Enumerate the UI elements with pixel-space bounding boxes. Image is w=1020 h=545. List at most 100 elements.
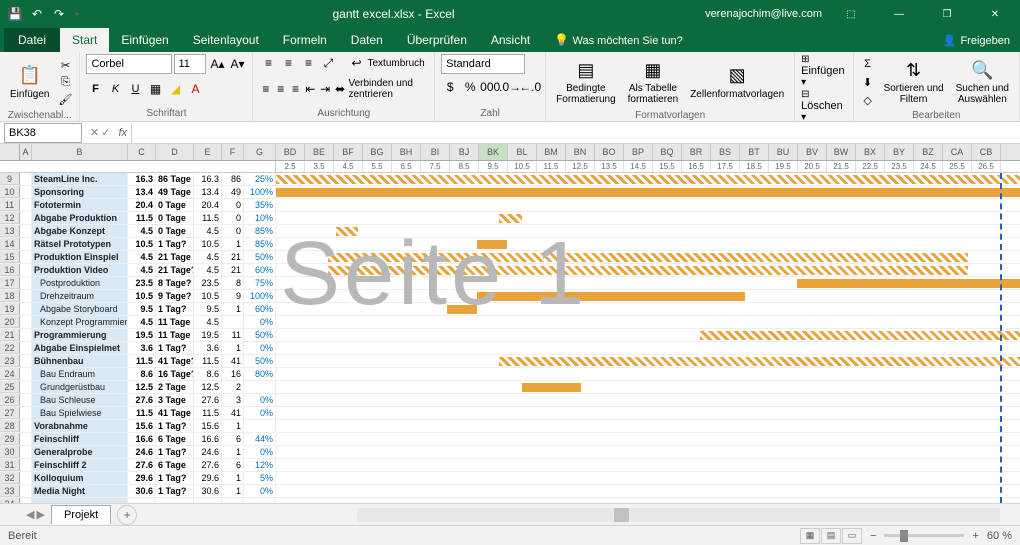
table-row[interactable]: 34 (0, 498, 1020, 503)
inc-decimal-icon[interactable]: .0→ (501, 78, 519, 96)
row-header[interactable]: 32 (0, 472, 20, 484)
row-header[interactable]: 16 (0, 264, 20, 276)
col-header[interactable]: BZ (914, 144, 943, 160)
col-header[interactable]: BF (334, 144, 363, 160)
col-header[interactable]: A (20, 144, 32, 160)
table-row[interactable]: 32 Kolloquium 29.6 1 Tag? 29.6 1 5% (0, 472, 1020, 485)
col-header[interactable]: C (128, 144, 156, 160)
col-header[interactable]: BH (392, 144, 421, 160)
find-select-button[interactable]: 🔍Suchen und Auswählen (952, 54, 1013, 110)
underline-button[interactable]: U (126, 80, 144, 98)
number-format-select[interactable]: Standard (441, 54, 525, 74)
align-bot-icon[interactable]: ≡ (299, 54, 317, 72)
percent-icon[interactable]: % (461, 78, 479, 96)
wrap-text-button[interactable]: Textumbruch (367, 58, 424, 69)
col-header[interactable]: E (194, 144, 222, 160)
indent-inc-icon[interactable]: ⇥ (319, 80, 332, 98)
name-box[interactable]: BK38 (4, 123, 82, 143)
zoom-slider[interactable] (884, 534, 964, 537)
col-header[interactable]: BP (624, 144, 653, 160)
table-row[interactable]: 20 Konzept Programmier 4.5 11 Tage 4.5 0… (0, 316, 1020, 329)
col-header[interactable]: BS (711, 144, 740, 160)
row-header[interactable]: 14 (0, 238, 20, 250)
tell-me[interactable]: 💡 Was möchten Sie tun? (542, 28, 695, 52)
grow-font-icon[interactable]: A▴ (208, 55, 226, 73)
row-header[interactable]: 18 (0, 290, 20, 302)
align-right-icon[interactable]: ≡ (289, 80, 302, 98)
indent-dec-icon[interactable]: ⇤ (304, 80, 317, 98)
select-all-corner[interactable] (0, 144, 20, 160)
row-header[interactable]: 19 (0, 303, 20, 315)
table-row[interactable]: 22 Abgabe Einspielmet 3.6 1 Tag? 3.6 1 0… (0, 342, 1020, 355)
align-left-icon[interactable]: ≡ (259, 80, 272, 98)
row-header[interactable]: 21 (0, 329, 20, 341)
format-table-button[interactable]: ▦Als Tabelle formatieren (624, 54, 683, 110)
row-header[interactable]: 11 (0, 199, 20, 211)
col-header[interactable]: BN (566, 144, 595, 160)
table-row[interactable]: 14 Rätsel Prototypen 10.5 1 Tag? 10.5 1 … (0, 238, 1020, 251)
row-header[interactable]: 17 (0, 277, 20, 289)
sheet-tab-projekt[interactable]: Projekt (51, 505, 111, 524)
clear-icon[interactable]: ◇ (860, 92, 876, 108)
row-header[interactable]: 12 (0, 212, 20, 224)
dec-decimal-icon[interactable]: ←.0 (521, 78, 539, 96)
table-row[interactable]: 23 Bühnenbau 11.5 41 Tage? 11.5 41 50% (0, 355, 1020, 368)
row-header[interactable]: 15 (0, 251, 20, 263)
row-header[interactable]: 20 (0, 316, 20, 328)
col-header[interactable]: BO (595, 144, 624, 160)
table-row[interactable]: 27 Bau Spielwiese 11.5 41 Tage 11.5 41 0… (0, 407, 1020, 420)
sheet-nav-next-icon[interactable]: ▶ (36, 508, 44, 521)
font-size-select[interactable]: 11 (174, 54, 206, 74)
formula-bar[interactable] (131, 123, 1020, 143)
col-header[interactable]: BV (798, 144, 827, 160)
tab-view[interactable]: Ansicht (479, 28, 542, 52)
col-header[interactable]: B (32, 144, 128, 160)
tab-formulas[interactable]: Formeln (271, 28, 339, 52)
paste-button[interactable]: 📋 Einfügen (6, 54, 53, 110)
tab-start[interactable]: Start (60, 28, 109, 52)
cell-styles-button[interactable]: ▧Zellenformatvorlagen (686, 54, 788, 110)
fill-icon[interactable]: ⬇ (860, 74, 876, 90)
fill-color-icon[interactable]: ◢ (166, 80, 184, 98)
col-header[interactable]: D (156, 144, 194, 160)
orientation-icon[interactable]: ⤢ (319, 54, 337, 72)
sort-filter-button[interactable]: ⇅Sortieren und Filtern (880, 54, 948, 110)
copy-icon[interactable]: ⎘ (57, 74, 73, 90)
shrink-font-icon[interactable]: A▾ (228, 55, 246, 73)
table-row[interactable]: 19 Abgabe Storyboard 9.5 1 Tag? 9.5 1 60… (0, 303, 1020, 316)
row-header[interactable]: 31 (0, 459, 20, 471)
close-icon[interactable]: ✕ (976, 0, 1014, 28)
row-header[interactable]: 29 (0, 433, 20, 445)
tab-file[interactable]: Datei (4, 28, 60, 52)
row-header[interactable]: 10 (0, 186, 20, 198)
row-header[interactable]: 25 (0, 381, 20, 393)
cut-icon[interactable]: ✂ (57, 57, 73, 73)
currency-icon[interactable]: $ (441, 78, 459, 96)
table-row[interactable]: 21 Programmierung 19.5 11 Tage 19.5 11 5… (0, 329, 1020, 342)
fx-icon[interactable]: fx (114, 127, 131, 139)
view-normal-icon[interactable]: ▦ (800, 528, 820, 544)
cancel-formula-icon[interactable]: ✕ (90, 126, 99, 139)
col-header[interactable]: BQ (653, 144, 682, 160)
align-top-icon[interactable]: ≡ (259, 54, 277, 72)
col-header[interactable]: CA (943, 144, 972, 160)
row-header[interactable]: 34 (0, 498, 20, 503)
redo-icon[interactable]: ↷ (50, 5, 68, 23)
worksheet-grid[interactable]: ABCDEFGBDBEBFBGBHBIBJBKBLBMBNBOBPBQBRBSB… (0, 144, 1020, 503)
cells-insert-button[interactable]: ⊞ Einfügen ▾ (801, 54, 846, 88)
horizontal-scrollbar[interactable] (357, 508, 1000, 522)
undo-icon[interactable]: ↶ (28, 5, 46, 23)
col-header[interactable]: BW (827, 144, 856, 160)
col-header[interactable]: BL (508, 144, 537, 160)
bold-button[interactable]: F (86, 80, 104, 98)
autosum-icon[interactable]: Σ (860, 56, 876, 72)
table-row[interactable]: 17 Postproduktion 23.5 8 Tage? 23.5 8 75… (0, 277, 1020, 290)
col-header[interactable]: BM (537, 144, 566, 160)
align-center-icon[interactable]: ≡ (274, 80, 287, 98)
zoom-in-button[interactable]: + (972, 530, 978, 542)
view-layout-icon[interactable]: ▤ (821, 528, 841, 544)
col-header[interactable]: BX (856, 144, 885, 160)
table-row[interactable]: 13 Abgabe Konzept 4.5 0 Tage 4.5 0 85% (0, 225, 1020, 238)
col-header[interactable]: BU (769, 144, 798, 160)
table-row[interactable]: 30 Generalprobe 24.6 1 Tag? 24.6 1 0% (0, 446, 1020, 459)
